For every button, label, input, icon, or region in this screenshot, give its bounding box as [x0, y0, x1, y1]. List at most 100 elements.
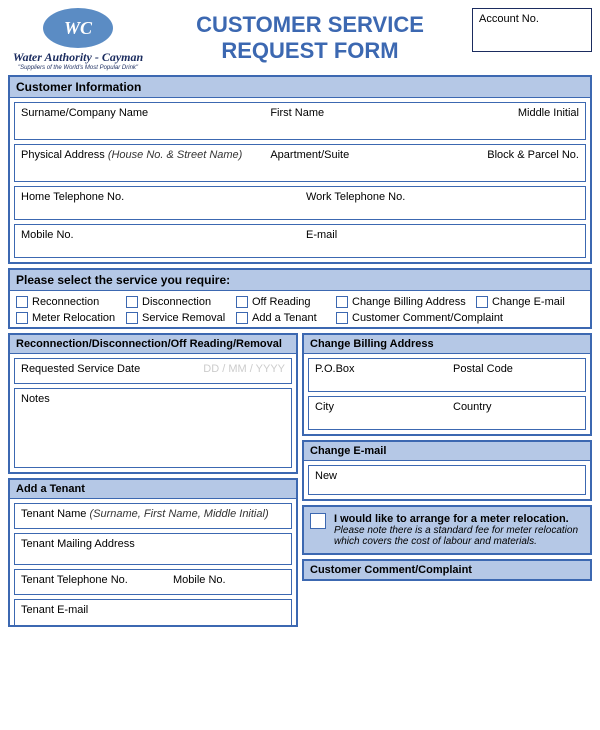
date-placeholder: DD / MM / YYYY [203, 363, 285, 375]
tenant-tel-row: Tenant Telephone No. Mobile No. [14, 569, 292, 595]
block-parcel-field[interactable]: Block & Parcel No. [425, 145, 585, 181]
tenant-tel-label: Tenant Telephone No. [21, 574, 128, 586]
mobile-field[interactable]: Mobile No. [15, 225, 300, 257]
svc-label: Reconnection [32, 296, 99, 308]
change-billing-heading: Change Billing Address [304, 335, 590, 354]
svc-add-tenant[interactable]: Add a Tenant [236, 311, 336, 325]
surname-field[interactable]: Surname/Company Name [15, 103, 264, 139]
pobox-row: P.O.Box Postal Code [308, 358, 586, 392]
svc-disconnection[interactable]: Disconnection [126, 295, 236, 309]
block-parcel-label: Block & Parcel No. [487, 149, 579, 161]
email-field[interactable]: E-mail [300, 225, 585, 257]
city-field[interactable]: City [309, 397, 447, 429]
tenant-mobile-field[interactable]: Mobile No. [167, 570, 291, 594]
tenant-email-field[interactable]: Tenant E-mail [14, 599, 292, 625]
tenant-mobile-label: Mobile No. [173, 574, 226, 586]
checkbox-icon [336, 296, 348, 308]
svc-change-email[interactable]: Change E-mail [476, 295, 576, 309]
change-email-heading: Change E-mail [304, 442, 590, 461]
meter-checkbox[interactable] [310, 513, 326, 529]
svc-service-removal[interactable]: Service Removal [126, 311, 236, 325]
logo-icon: WC [43, 8, 113, 48]
pobox-field[interactable]: P.O.Box [309, 359, 447, 391]
svc-customer-comment[interactable]: Customer Comment/Complaint [336, 311, 516, 325]
tenant-mail-field[interactable]: Tenant Mailing Address [14, 533, 292, 565]
meter-note-text: Please note there is a standard fee for … [334, 525, 584, 547]
svc-label: Disconnection [142, 296, 211, 308]
tagline: "Suppliers of the World's Most Popular D… [8, 65, 148, 71]
svc-label: Meter Relocation [32, 312, 115, 324]
rdor-panel: Reconnection/Disconnection/Off Reading/R… [8, 333, 298, 474]
customer-comment-heading: Customer Comment/Complaint [304, 561, 590, 579]
svc-label: Off Reading [252, 296, 311, 308]
customer-info-panel: Customer Information Surname/Company Nam… [8, 75, 592, 264]
country-field[interactable]: Country [447, 397, 585, 429]
firstname-label: First Name [270, 107, 324, 119]
meter-text: I would like to arrange for a meter relo… [334, 513, 584, 547]
tenant-name-hint: (Surname, First Name, Middle Initial) [90, 508, 269, 520]
title-line2: REQUEST FORM [158, 38, 462, 64]
apartment-field[interactable]: Apartment/Suite [264, 145, 424, 181]
postal-field[interactable]: Postal Code [447, 359, 585, 391]
add-tenant-panel: Add a Tenant Tenant Name (Surname, First… [8, 478, 298, 627]
work-tel-label: Work Telephone No. [306, 191, 405, 203]
svc-meter-relocation[interactable]: Meter Relocation [16, 311, 126, 325]
tenant-email-label: Tenant E-mail [21, 604, 88, 616]
checkbox-icon [126, 312, 138, 324]
page-title: CUSTOMER SERVICE REQUEST FORM [158, 8, 462, 65]
header: WC Water Authority - Cayman "Suppliers o… [8, 8, 592, 71]
city-row: City Country [308, 396, 586, 430]
email-label: E-mail [306, 229, 337, 241]
svc-change-billing[interactable]: Change Billing Address [336, 295, 476, 309]
work-tel-field[interactable]: Work Telephone No. [300, 187, 585, 219]
requested-date-label: Requested Service Date [21, 363, 140, 375]
rdor-heading: Reconnection/Disconnection/Off Reading/R… [10, 335, 296, 354]
svc-label: Add a Tenant [252, 312, 317, 324]
change-billing-panel: Change Billing Address P.O.Box Postal Co… [302, 333, 592, 436]
tenant-mail-label: Tenant Mailing Address [21, 538, 135, 550]
customer-info-heading: Customer Information [10, 77, 590, 98]
svc-label: Change Billing Address [352, 296, 466, 308]
middle-initial-field[interactable]: Middle Initial [425, 103, 585, 139]
home-tel-label: Home Telephone No. [21, 191, 124, 203]
service-select-heading: Please select the service you require: [10, 270, 590, 291]
new-email-label: New [315, 470, 337, 482]
account-no-label: Account No. [479, 13, 539, 25]
logo-block: WC Water Authority - Cayman "Suppliers o… [8, 8, 148, 71]
meter-bold-text: I would like to arrange for a meter relo… [334, 513, 584, 525]
customer-comment-panel: Customer Comment/Complaint [302, 559, 592, 581]
mobile-label: Mobile No. [21, 229, 74, 241]
country-label: Country [453, 401, 492, 413]
add-tenant-heading: Add a Tenant [10, 480, 296, 499]
checkbox-icon [126, 296, 138, 308]
address-field[interactable]: Physical Address (House No. & Street Nam… [15, 145, 264, 181]
svc-label: Customer Comment/Complaint [352, 312, 503, 324]
apartment-label: Apartment/Suite [270, 149, 349, 161]
city-label: City [315, 401, 334, 413]
checkbox-icon [16, 312, 28, 324]
middle-initial-label: Middle Initial [518, 107, 579, 119]
requested-date-field[interactable]: Requested Service Date DD / MM / YYYY [14, 358, 292, 384]
account-no-field[interactable]: Account No. [472, 8, 592, 52]
tenant-name-field[interactable]: Tenant Name (Surname, First Name, Middle… [14, 503, 292, 529]
checkbox-icon [16, 296, 28, 308]
svc-label: Change E-mail [492, 296, 565, 308]
address-hint: (House No. & Street Name) [108, 149, 243, 161]
details-columns: Reconnection/Disconnection/Off Reading/R… [8, 333, 592, 631]
checkbox-icon [236, 296, 248, 308]
meter-relocation-box: I would like to arrange for a meter relo… [302, 505, 592, 555]
svc-reconnection[interactable]: Reconnection [16, 295, 126, 309]
firstname-field[interactable]: First Name [264, 103, 424, 139]
surname-label: Surname/Company Name [21, 107, 148, 119]
home-tel-field[interactable]: Home Telephone No. [15, 187, 300, 219]
svc-off-reading[interactable]: Off Reading [236, 295, 336, 309]
checkbox-icon [236, 312, 248, 324]
tenant-tel-field[interactable]: Tenant Telephone No. [15, 570, 167, 594]
checkbox-icon [336, 312, 348, 324]
new-email-field[interactable]: New [308, 465, 586, 495]
postal-label: Postal Code [453, 363, 513, 375]
address-label: Physical Address [21, 149, 105, 161]
notes-field[interactable]: Notes [14, 388, 292, 468]
svc-label: Service Removal [142, 312, 225, 324]
tenant-name-label: Tenant Name [21, 508, 86, 520]
